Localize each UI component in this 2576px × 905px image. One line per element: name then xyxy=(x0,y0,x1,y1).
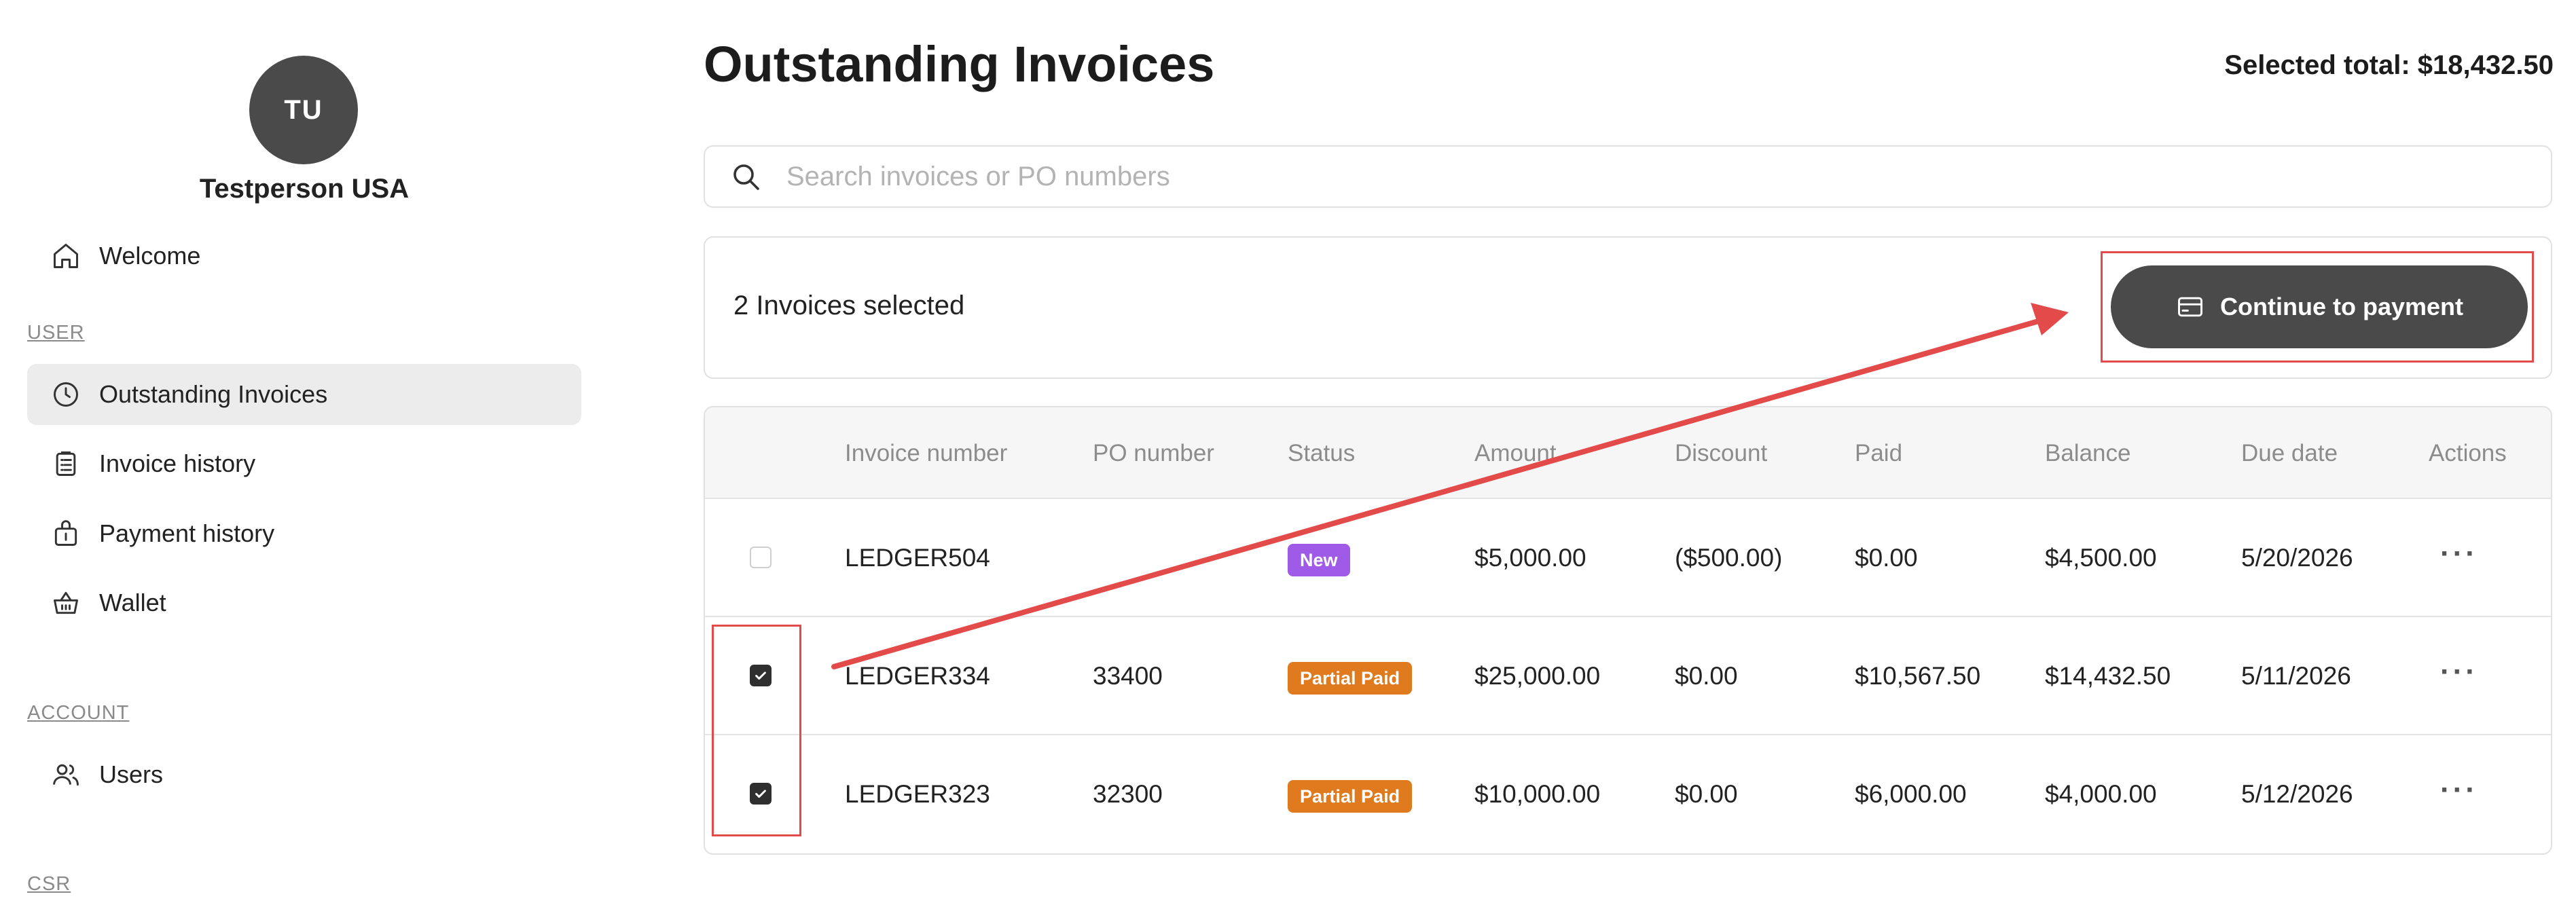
search-box[interactable] xyxy=(704,145,2552,208)
sidebar-item-outstanding-invoices[interactable]: Outstanding Invoices xyxy=(27,364,581,425)
search-input[interactable] xyxy=(785,160,2486,193)
table-row[interactable]: LEDGER323 32300 Partial Paid $10,000.00 … xyxy=(705,735,2551,853)
clipboard-icon xyxy=(50,448,81,479)
column-header-invoice-number[interactable]: Invoice number xyxy=(845,440,1007,467)
column-header-due-date[interactable]: Due date xyxy=(2241,440,2338,467)
cell-invoice-number: LEDGER504 xyxy=(845,544,990,572)
table-row[interactable]: LEDGER334 33400 Partial Paid $25,000.00 … xyxy=(705,617,2551,735)
row-actions-menu[interactable]: ··· xyxy=(2440,655,2478,689)
sidebar-item-label: Payment history xyxy=(99,519,275,547)
cell-balance: $4,500.00 xyxy=(2045,544,2157,572)
column-header-amount[interactable]: Amount xyxy=(1474,440,1557,467)
selected-total: Selected total: $18,432.50 xyxy=(2224,50,2554,80)
table-header: Invoice number PO number Status Amount D… xyxy=(705,407,2551,499)
page-title: Outstanding Invoices xyxy=(704,36,1215,92)
home-icon xyxy=(50,240,81,272)
sidebar-item-users[interactable]: Users xyxy=(27,744,581,805)
row-actions-menu[interactable]: ··· xyxy=(2440,537,2478,571)
cell-discount: $0.00 xyxy=(1675,780,1738,808)
cell-paid: $6,000.00 xyxy=(1855,780,1967,808)
column-header-status[interactable]: Status xyxy=(1288,440,1355,467)
avatar-initials: TU xyxy=(284,94,323,125)
cell-discount: $0.00 xyxy=(1675,662,1738,690)
cell-due-date: 5/12/2026 xyxy=(2241,780,2353,808)
sidebar-item-invoice-history[interactable]: Invoice history xyxy=(27,433,581,494)
column-header-discount[interactable]: Discount xyxy=(1675,440,1767,467)
user-name: Testperson USA xyxy=(199,174,410,204)
sidebar-item-label: Invoice history xyxy=(99,449,256,477)
column-header-po-number[interactable]: PO number xyxy=(1093,440,1214,467)
cell-po-number: 33400 xyxy=(1093,662,1163,690)
sidebar-item-label: Outstanding Invoices xyxy=(99,380,328,408)
clock-icon xyxy=(50,379,81,410)
basket-icon xyxy=(50,587,81,618)
cell-amount: $10,000.00 xyxy=(1474,780,1601,808)
sidebar: TU Testperson USA Welcome USER Outstandi… xyxy=(0,0,611,905)
sidebar-item-welcome[interactable]: Welcome xyxy=(27,225,581,287)
status-badge: Partial Paid xyxy=(1288,780,1413,813)
users-icon xyxy=(50,759,81,790)
cell-amount: $25,000.00 xyxy=(1474,662,1601,690)
cell-invoice-number: LEDGER334 xyxy=(845,662,990,690)
avatar[interactable]: TU xyxy=(249,56,358,164)
column-header-actions: Actions xyxy=(2429,440,2507,466)
section-label-user: USER xyxy=(27,322,85,344)
cell-amount: $5,000.00 xyxy=(1474,544,1586,572)
cell-paid: $10,567.50 xyxy=(1855,662,1981,690)
invoices-table: Invoice number PO number Status Amount D… xyxy=(704,406,2552,855)
annotation-highlight-checkboxes xyxy=(712,625,801,836)
section-label-csr: CSR xyxy=(27,873,71,895)
row-actions-menu[interactable]: ··· xyxy=(2440,773,2478,807)
row-checkbox[interactable] xyxy=(750,547,772,568)
cell-balance: $4,000.00 xyxy=(2045,780,2157,808)
column-header-balance[interactable]: Balance xyxy=(2045,440,2130,467)
cell-po-number: 32300 xyxy=(1093,780,1163,808)
search-icon xyxy=(733,164,759,190)
cell-invoice-number: LEDGER323 xyxy=(845,780,990,808)
selection-count: 2 Invoices selected xyxy=(733,291,965,320)
cell-discount: ($500.00) xyxy=(1675,544,1783,572)
cell-due-date: 5/11/2026 xyxy=(2241,662,2351,690)
section-label-account: ACCOUNT xyxy=(27,702,130,724)
cell-due-date: 5/20/2026 xyxy=(2241,544,2353,572)
status-badge: Partial Paid xyxy=(1288,662,1413,695)
app-root: TU Testperson USA Welcome USER Outstandi… xyxy=(0,0,2576,905)
column-header-paid[interactable]: Paid xyxy=(1855,440,1902,467)
bag-icon xyxy=(50,518,81,549)
sidebar-item-label: Users xyxy=(99,760,164,788)
cell-balance: $14,432.50 xyxy=(2045,662,2171,690)
cell-paid: $0.00 xyxy=(1855,544,1918,572)
annotation-highlight-pay-button xyxy=(2101,251,2534,363)
sidebar-item-payment-history[interactable]: Payment history xyxy=(27,503,581,564)
status-badge: New xyxy=(1288,544,1350,576)
sidebar-item-label: Welcome xyxy=(99,242,201,270)
sidebar-item-wallet[interactable]: Wallet xyxy=(27,572,581,633)
table-row[interactable]: LEDGER504 New $5,000.00 ($500.00) $0.00 … xyxy=(705,499,2551,617)
sidebar-item-label: Wallet xyxy=(99,589,166,616)
